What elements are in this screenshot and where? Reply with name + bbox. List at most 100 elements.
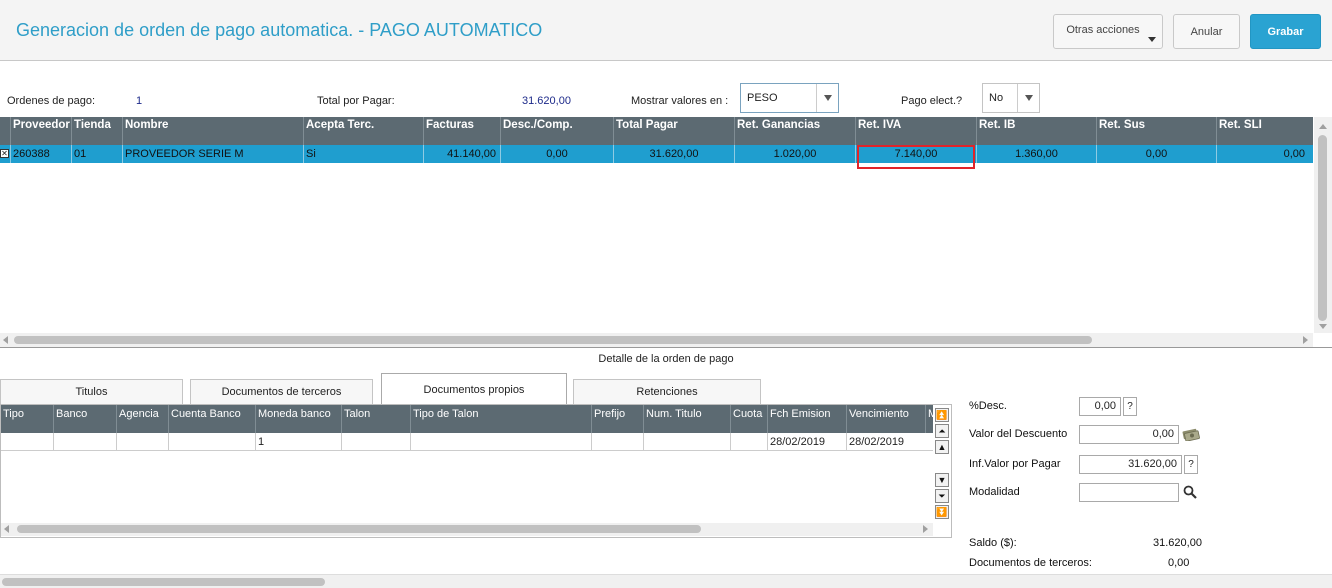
move-bottom-icon[interactable]: ⏬: [935, 505, 949, 519]
ordenes-value: 1: [136, 95, 143, 107]
money-icon[interactable]: [1182, 427, 1200, 442]
header-bar: Generacion de orden de pago automatica. …: [0, 0, 1332, 61]
chevron-down-icon: [1148, 37, 1156, 42]
tab-titulos[interactable]: Titulos: [0, 379, 183, 404]
col-tienda[interactable]: Tienda: [71, 117, 122, 145]
moneda-select-value: PESO: [747, 92, 778, 104]
pago-elect-value: No: [989, 92, 1004, 104]
col-ret-sus[interactable]: Ret. Sus: [1096, 117, 1216, 145]
horizontal-scrollbar[interactable]: [1, 523, 933, 536]
pago-elect-select[interactable]: No: [982, 83, 1040, 113]
scroll-thumb[interactable]: [17, 525, 701, 533]
move-up-fast-icon[interactable]: ⏶: [935, 424, 949, 438]
horizontal-scrollbar[interactable]: [0, 333, 1313, 347]
col-vencimiento[interactable]: Vencimiento: [846, 405, 925, 433]
desc-pct-label: %Desc.: [969, 400, 1007, 412]
col-total[interactable]: Total Pagar: [613, 117, 734, 145]
col-cuenta-banco[interactable]: Cuenta Banco: [168, 405, 255, 433]
col-prefijo[interactable]: Prefijo: [591, 405, 643, 433]
move-up-icon[interactable]: ▲: [935, 440, 949, 454]
col-talon[interactable]: Talon: [341, 405, 410, 433]
cell-moneda: 1: [255, 433, 341, 451]
table-row[interactable]: ✕ 260388 01 PROVEEDOR SERIE M Si 41.140,…: [0, 145, 1313, 163]
cell-emision: 28/02/2019: [767, 433, 846, 451]
col-facturas[interactable]: Facturas: [423, 117, 500, 145]
ordenes-grid: Proveedor Tienda Nombre Acepta Terc. Fac…: [0, 117, 1332, 348]
scroll-thumb[interactable]: [1318, 135, 1327, 321]
scroll-down-icon[interactable]: [1319, 324, 1327, 329]
chevron-down-icon[interactable]: [1017, 84, 1039, 112]
scroll-thumb[interactable]: [2, 578, 325, 586]
col-ret-iva[interactable]: Ret. IVA: [855, 117, 976, 145]
scroll-right-icon[interactable]: [1303, 336, 1308, 344]
pago-elect-label: Pago elect.?: [901, 95, 963, 107]
doc-terceros-label: Documentos de terceros:: [969, 557, 1092, 569]
cell-proveedor: 260388: [10, 145, 71, 163]
tab-documentos-terceros[interactable]: Documentos de terceros: [190, 379, 373, 404]
tab-retenciones[interactable]: Retenciones: [573, 379, 761, 404]
chevron-down-icon[interactable]: [816, 84, 838, 112]
scroll-thumb[interactable]: [14, 336, 1092, 344]
scroll-left-icon[interactable]: [4, 525, 9, 533]
otras-acciones-label: Otras acciones: [1066, 24, 1140, 36]
col-acepta[interactable]: Acepta Terc.: [303, 117, 423, 145]
valor-descuento-input[interactable]: 0,00: [1079, 425, 1179, 444]
col-ret-ganancias[interactable]: Ret. Ganancias: [734, 117, 855, 145]
inf-valor-label: Inf.Valor por Pagar: [969, 458, 1061, 470]
col-tipo-talon[interactable]: Tipo de Talon: [410, 405, 591, 433]
scroll-right-icon[interactable]: [923, 525, 928, 533]
col-num-titulo[interactable]: Num. Titulo: [643, 405, 730, 433]
page-title: Generacion de orden de pago automatica. …: [16, 20, 543, 40]
cell-cuenta: [168, 433, 255, 451]
total-label: Total por Pagar:: [317, 95, 395, 107]
col-desc[interactable]: Desc./Comp.: [500, 117, 613, 145]
ordenes-label: Ordenes de pago:: [7, 95, 96, 107]
tab-documentos-propios[interactable]: Documentos propios: [381, 373, 567, 405]
doc-terceros-value: 0,00: [1168, 557, 1190, 569]
otras-acciones-button[interactable]: Otras acciones: [1053, 14, 1163, 49]
saldo-label: Saldo ($):: [969, 537, 1017, 549]
cell-prefijo: [591, 433, 643, 451]
documentos-propios-grid: Tipo Banco Agencia Cuenta Banco Moneda b…: [0, 404, 952, 538]
total-value: 31.620,00: [522, 95, 571, 107]
inf-valor-help-button[interactable]: ?: [1184, 455, 1198, 474]
move-down-icon[interactable]: ▼: [935, 473, 949, 487]
cell-ret-sus: 0,00: [1096, 145, 1216, 163]
cell-nombre: PROVEEDOR SERIE M: [122, 145, 303, 163]
col-proveedor[interactable]: Proveedor: [10, 117, 71, 145]
desc-pct-input[interactable]: 0,00: [1079, 397, 1121, 416]
col-m[interactable]: M: [925, 405, 933, 433]
grabar-button[interactable]: Grabar: [1250, 14, 1321, 49]
col-agencia[interactable]: Agencia: [116, 405, 168, 433]
col-banco[interactable]: Banco: [53, 405, 116, 433]
cell-tipo-talon: [410, 433, 591, 451]
modalidad-label: Modalidad: [969, 486, 1020, 498]
col-ret-ib[interactable]: Ret. IB: [976, 117, 1096, 145]
moneda-select[interactable]: PESO: [740, 83, 839, 113]
col-ret-sli[interactable]: Ret. SLI: [1216, 117, 1313, 145]
col-nombre[interactable]: Nombre: [122, 117, 303, 145]
cell-ret-sli: 0,00: [1216, 145, 1313, 163]
cell-ret-ib: 1.360,00: [976, 145, 1096, 163]
vertical-scrollbar[interactable]: [1314, 117, 1332, 333]
cell-agencia: [116, 433, 168, 451]
scroll-up-icon[interactable]: [1319, 124, 1327, 129]
cell-tienda: 01: [71, 145, 122, 163]
cell-vencimiento: 28/02/2019: [846, 433, 925, 451]
col-fch-emision[interactable]: Fch Emision: [767, 405, 846, 433]
desc-help-button[interactable]: ?: [1123, 397, 1137, 416]
col-tipo[interactable]: Tipo: [1, 405, 53, 433]
page-horizontal-scrollbar[interactable]: [0, 574, 1332, 588]
table-row[interactable]: 1 28/02/2019 28/02/2019: [1, 433, 933, 451]
row-checkbox[interactable]: ✕: [0, 149, 9, 158]
move-down-fast-icon[interactable]: ⏷: [935, 489, 949, 503]
modalidad-input[interactable]: [1079, 483, 1179, 502]
inf-valor-input[interactable]: 31.620,00: [1079, 455, 1182, 474]
scroll-left-icon[interactable]: [3, 336, 8, 344]
anular-button[interactable]: Anular: [1173, 14, 1240, 49]
search-icon[interactable]: [1183, 485, 1197, 499]
col-moneda-banco[interactable]: Moneda banco: [255, 405, 341, 433]
col-cuota[interactable]: Cuota: [730, 405, 767, 433]
cell-banco: [53, 433, 116, 451]
move-top-icon[interactable]: ⏫: [935, 408, 949, 422]
